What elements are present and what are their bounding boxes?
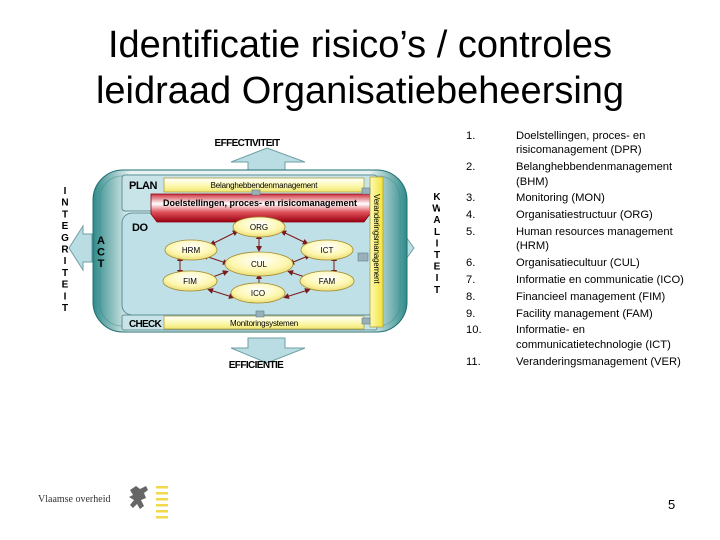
act-label: ACT	[97, 235, 105, 270]
node-fam: FAM	[299, 270, 355, 292]
list-item-number: 4.	[466, 209, 476, 222]
list-item: 4. Organisatiestructuur (ORG)	[462, 208, 692, 222]
list-item-number: 8.	[466, 290, 476, 303]
list-item-text: Veranderingsmanagement (VER)	[516, 355, 681, 368]
list-item-number: 9.	[466, 307, 476, 320]
integriteit-letter: I	[64, 186, 67, 197]
list-item: 1. Doelstellingen, proces- en risicomanag…	[462, 129, 692, 158]
node-org: ORG	[232, 216, 286, 238]
integriteit-letter: N	[61, 198, 68, 209]
node-ict: ICT	[300, 239, 354, 261]
act-letter: T	[98, 258, 105, 270]
list-item: 11. Veranderingsmanagement (VER)	[462, 355, 692, 369]
vlaamse-overheid-logo: Vlaamse overheid	[38, 482, 168, 522]
list-item-text: Doelstellingen, proces- en risicomanagem…	[516, 130, 646, 157]
list-item-number: 1.	[466, 130, 476, 142]
kwaliteit-letter: W	[432, 204, 440, 215]
list-item-number: 6.	[466, 257, 476, 270]
list-item-text: Informatie en communicatie (ICO)	[516, 274, 684, 286]
integriteit-letter: R	[61, 245, 69, 256]
list-item-text: Organisatiecultuur (CUL)	[516, 257, 640, 270]
list-item-number: 7.	[466, 274, 476, 286]
title-line-2: leidraad Organisatiebeheersing	[95, 70, 625, 112]
list-item-text: Belanghebbendenmanagement (BHM)	[516, 161, 673, 188]
list-item-number: 10.	[466, 324, 482, 337]
veranderings-label: Veranderingsmanagement	[372, 194, 381, 284]
list-item: 8. Financieel management (FIM)	[462, 290, 692, 304]
integriteit-arrow	[68, 224, 93, 272]
integriteit-letter: T	[62, 303, 68, 314]
integriteit-label: INTEGRITEIT	[61, 186, 69, 314]
node-ico: ICO	[230, 282, 286, 304]
node-hrm-label: HRM	[182, 246, 201, 255]
integriteit-letter: E	[62, 280, 69, 291]
efficientie-label: EFFICIENTIE	[229, 360, 284, 371]
kwaliteit-letter: A	[433, 215, 440, 226]
kwaliteit-letter: E	[434, 262, 440, 273]
node-cul-label: CUL	[251, 260, 268, 269]
node-hrm: HRM	[164, 239, 218, 261]
node-org-label: ORG	[250, 223, 268, 232]
kwaliteit-letter: T	[434, 250, 440, 261]
belanghebbenden-label: Belanghebbendenmanagement	[211, 181, 319, 190]
do-label: DO	[132, 222, 148, 234]
check-label: CHECK	[129, 319, 163, 330]
integriteit-letter: T	[62, 268, 68, 279]
node-ico-label: ICO	[251, 289, 265, 298]
list-item: 6. Organisatiecultuur (CUL)	[462, 256, 692, 270]
node-ict-label: ICT	[321, 246, 334, 255]
slide-title: Identificatie risico’s / controles leidr…	[0, 22, 720, 114]
lion-icon	[129, 486, 168, 519]
node-fim: FIM	[162, 270, 218, 292]
logo-text: Vlaamse overheid	[38, 494, 111, 505]
list-item-number: 2.	[466, 161, 476, 174]
list-item-number: 5.	[466, 226, 476, 238]
title-line-1: Identificatie risico’s / controles	[107, 24, 613, 66]
list-item-number: 11.	[466, 355, 481, 368]
kwaliteit-letter: L	[434, 227, 440, 238]
list-item-text: Monitoring (MON)	[516, 192, 605, 205]
list-item-text: Financieel management (FIM)	[516, 290, 666, 303]
kwaliteit-letter: K	[433, 192, 440, 203]
plan-label: PLAN	[129, 180, 158, 192]
list-item: 5. Human resources management (HRM)	[462, 225, 692, 254]
logo-stripes	[156, 486, 168, 519]
kwaliteit-letter: T	[434, 285, 440, 296]
list-item-text: Organisatiestructuur (ORG)	[516, 209, 653, 222]
node-cul: CUL	[224, 251, 294, 277]
list-item-number: 3.	[466, 192, 476, 205]
kwaliteit-label: KWALITEIT	[432, 192, 440, 296]
list-item: 2. Belanghebbendenmanagement (BHM)	[462, 160, 692, 189]
list-item-text: Informatie- en communicatietechnologie (…	[516, 324, 671, 351]
integriteit-letter: T	[62, 209, 68, 220]
integriteit-letter: E	[62, 221, 69, 232]
list-item-text: Facility management (FAM)	[516, 307, 653, 320]
integriteit-letter: G	[61, 233, 69, 244]
node-fim-label: FIM	[183, 277, 197, 286]
list-item-text: Human resources management (HRM)	[516, 226, 673, 253]
kwaliteit-letter: I	[436, 273, 439, 284]
page-number: 5	[668, 497, 676, 512]
list-item: 7. Informatie en communicatie (ICO)	[462, 273, 692, 287]
list-item: 10. Informatie- en communicatietechnologi…	[462, 323, 692, 352]
act-letter: A	[97, 235, 105, 247]
doelstellingen-label: Doelstellingen, proces- en risicomanagem…	[163, 198, 357, 208]
monitoring-label: Monitoringsystemen	[230, 319, 298, 328]
list-item: 3. Monitoring (MON)	[462, 191, 692, 205]
list-item: 9. Facility management (FAM)	[462, 307, 692, 321]
numbered-list: 1. Doelstellingen, proces- en risicomanag…	[462, 129, 692, 371]
integriteit-letter: I	[64, 291, 67, 302]
organisatiebeheersing-diagram: EFFECTIVITEIT EFFICIENTIE INTEGRITEIT KW…	[61, 138, 440, 371]
kwaliteit-letter: I	[436, 238, 439, 249]
node-fam-label: FAM	[319, 277, 336, 286]
effectiviteit-label: EFFECTIVITEIT	[215, 138, 280, 149]
act-letter: C	[97, 247, 105, 259]
effectiviteit-arrow	[230, 147, 306, 171]
integriteit-letter: I	[64, 256, 67, 267]
